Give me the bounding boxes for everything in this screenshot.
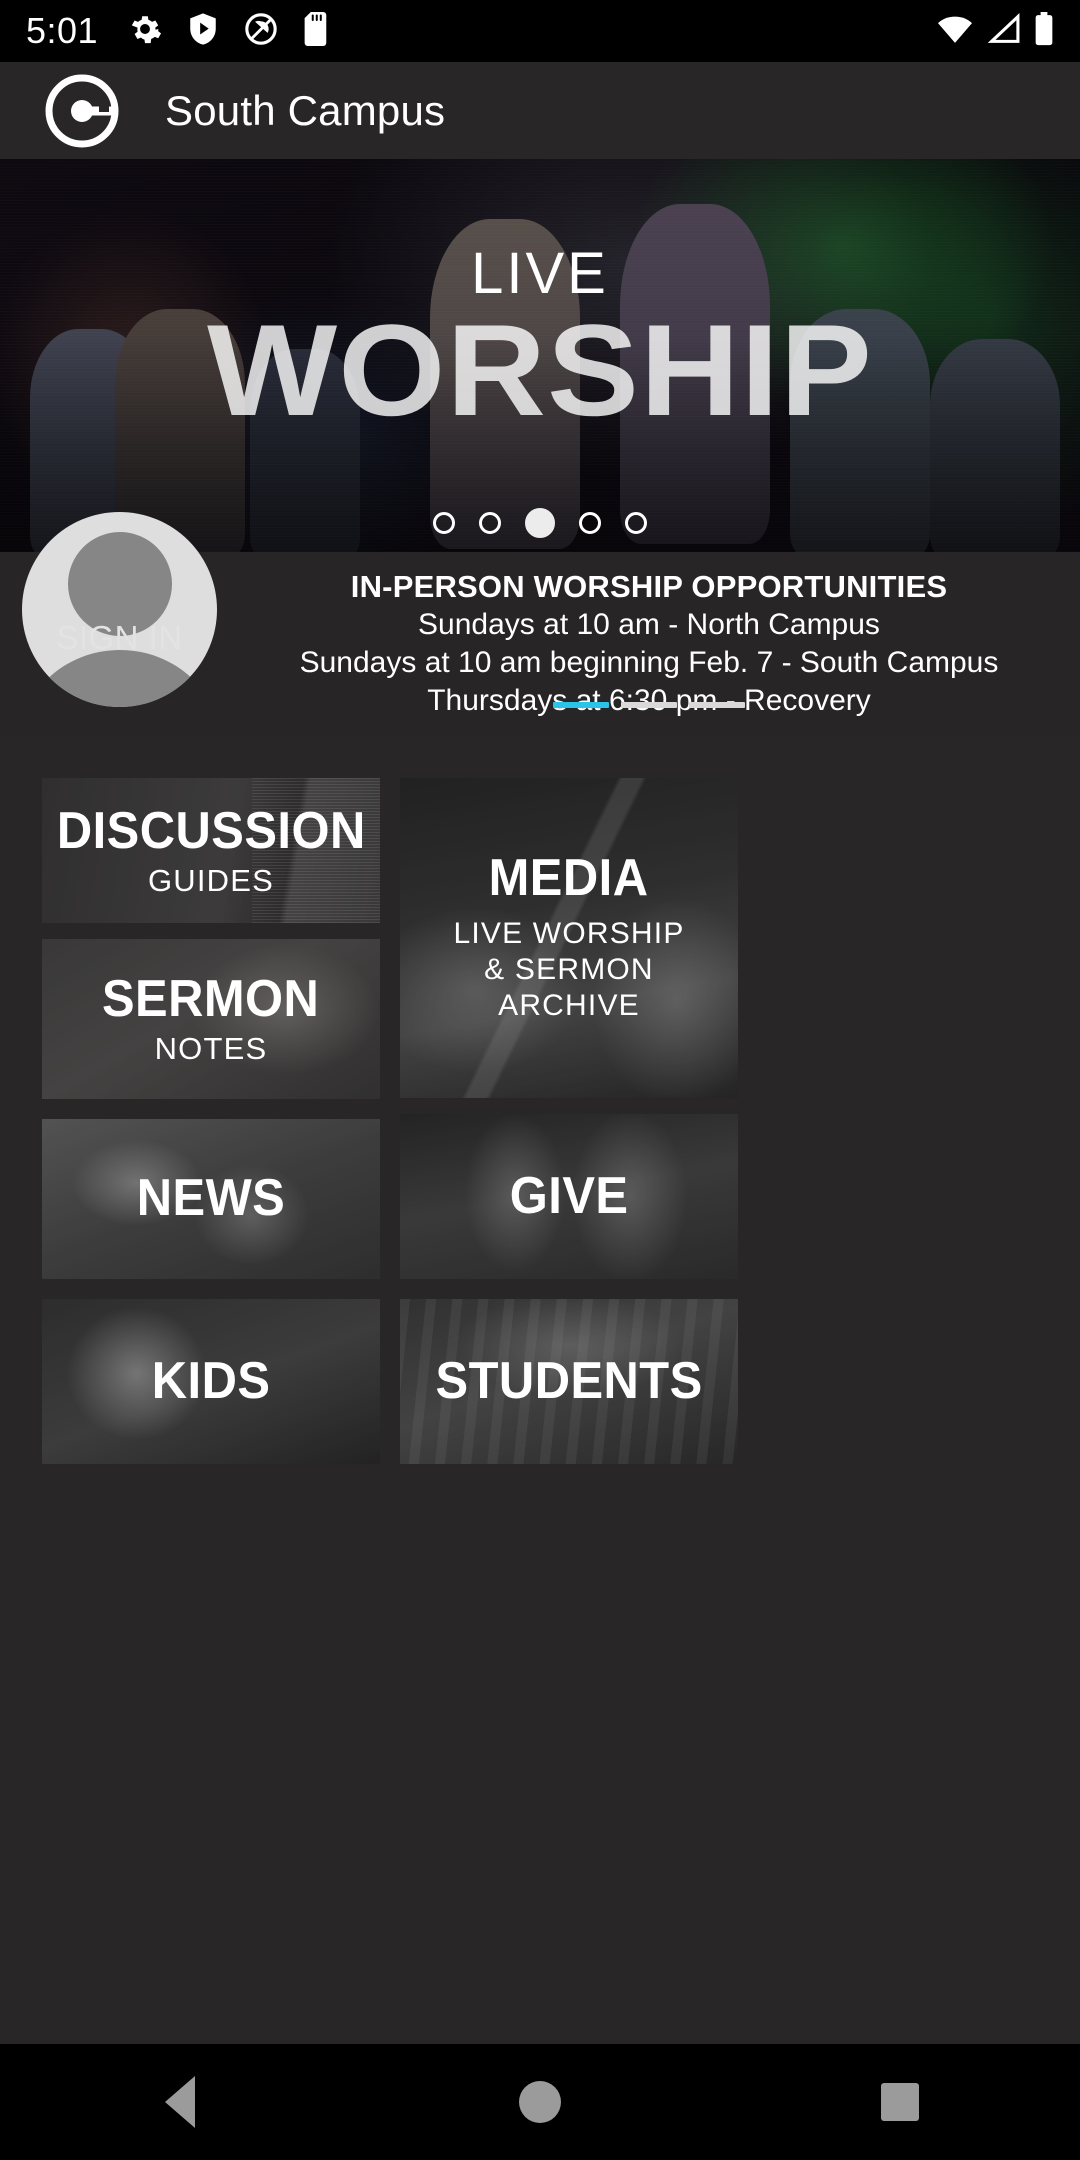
recents-square-icon[interactable] bbox=[868, 2070, 932, 2134]
tile-title: NEWS bbox=[136, 1169, 286, 1228]
back-triangle-icon[interactable] bbox=[148, 2070, 212, 2134]
tile-discussion-guides[interactable]: DISCUSSION GUIDES bbox=[42, 778, 380, 923]
android-navigation-bar bbox=[0, 2044, 1080, 2160]
status-bar-notification-icons bbox=[128, 11, 330, 51]
carousel-dot-5[interactable] bbox=[625, 512, 647, 534]
page-title: South Campus bbox=[165, 86, 446, 134]
sd-card-icon bbox=[304, 11, 330, 51]
avatar-body-shape bbox=[22, 650, 217, 707]
carousel-dot-4[interactable] bbox=[579, 512, 601, 534]
tile-label: DISCUSSION GUIDES bbox=[47, 801, 376, 898]
play-protect-icon bbox=[188, 12, 218, 51]
announcement-pager-bar-3[interactable] bbox=[689, 702, 745, 708]
tile-subtitle: GUIDES bbox=[147, 862, 275, 898]
tile-sermon-notes[interactable]: SERMON NOTES bbox=[42, 939, 380, 1099]
tile-label: SERMON NOTES bbox=[95, 973, 326, 1065]
tile-give[interactable]: GIVE bbox=[400, 1114, 738, 1279]
tile-grid: DISCUSSION GUIDES MEDIA LIVE WORSHIP & S… bbox=[0, 736, 1080, 2044]
carousel-dot-1[interactable] bbox=[433, 512, 455, 534]
tile-title: KIDS bbox=[151, 1351, 271, 1410]
tile-title: DISCUSSION bbox=[56, 801, 366, 860]
sign-in-avatar-button[interactable]: SIGN IN bbox=[22, 512, 217, 707]
announcement-line-2: Sundays at 10 am beginning Feb. 7 - Sout… bbox=[299, 646, 999, 680]
tile-label: GIVE bbox=[506, 1166, 632, 1225]
battery-icon bbox=[1034, 11, 1054, 51]
hero-eyebrow: LIVE bbox=[471, 241, 609, 306]
tile-media[interactable]: MEDIA LIVE WORSHIP & SERMON ARCHIVE bbox=[400, 778, 738, 1098]
announcement-line-1: Sundays at 10 am - North Campus bbox=[418, 608, 880, 642]
cellular-signal-icon bbox=[986, 12, 1022, 51]
tile-label: MEDIA LIVE WORSHIP & SERMON ARCHIVE bbox=[453, 852, 684, 1023]
home-circle-icon[interactable] bbox=[508, 2070, 572, 2134]
hero-carousel[interactable]: LIVE WORSHIP bbox=[0, 159, 1080, 552]
wifi-icon bbox=[936, 12, 974, 51]
tile-news[interactable]: NEWS bbox=[42, 1119, 380, 1279]
tile-title: MEDIA bbox=[489, 849, 649, 908]
carousel-dot-2[interactable] bbox=[479, 512, 501, 534]
tile-students[interactable]: STUDENTS bbox=[400, 1299, 738, 1464]
announcement-banner[interactable]: SIGN IN IN-PERSON WORSHIP OPPORTUNITIES … bbox=[0, 512, 1080, 736]
hero-overlay-text: LIVE WORSHIP bbox=[0, 241, 1080, 443]
status-bar-system-icons bbox=[936, 11, 1054, 51]
sign-in-label: SIGN IN bbox=[56, 619, 183, 656]
tile-title: SERMON bbox=[102, 970, 320, 1029]
announcement-title: IN-PERSON WORSHIP OPPORTUNITIES bbox=[350, 569, 948, 604]
tile-subtitle: NOTES bbox=[154, 1031, 268, 1067]
announcement-text: IN-PERSON WORSHIP OPPORTUNITIES Sundays … bbox=[236, 568, 1062, 720]
app-header: South Campus bbox=[0, 62, 1080, 159]
tile-label: STUDENTS bbox=[427, 1351, 711, 1410]
announcement-line-3: Thursdays at 6:30 pm - Recovery bbox=[427, 684, 871, 718]
tile-label: KIDS bbox=[148, 1351, 274, 1410]
status-bar: 5:01 bbox=[0, 0, 1080, 62]
church-c-logo-icon[interactable] bbox=[44, 73, 120, 149]
carousel-dot-3-active[interactable] bbox=[525, 508, 555, 538]
tile-kids[interactable]: KIDS bbox=[42, 1299, 380, 1464]
announcement-pager[interactable] bbox=[236, 702, 1062, 708]
tile-title: STUDENTS bbox=[435, 1351, 703, 1410]
settings-icon bbox=[128, 12, 162, 51]
screen-record-icon bbox=[244, 12, 278, 51]
announcement-pager-bar-2[interactable] bbox=[621, 702, 677, 708]
tile-label: NEWS bbox=[132, 1172, 290, 1225]
tile-subtitle: LIVE WORSHIP & SERMON ARCHIVE bbox=[453, 916, 685, 1022]
hero-headline: WORSHIP bbox=[207, 297, 873, 443]
status-bar-clock: 5:01 bbox=[26, 10, 99, 51]
announcement-pager-bar-1-active[interactable] bbox=[553, 702, 609, 708]
tile-title: GIVE bbox=[509, 1166, 629, 1225]
